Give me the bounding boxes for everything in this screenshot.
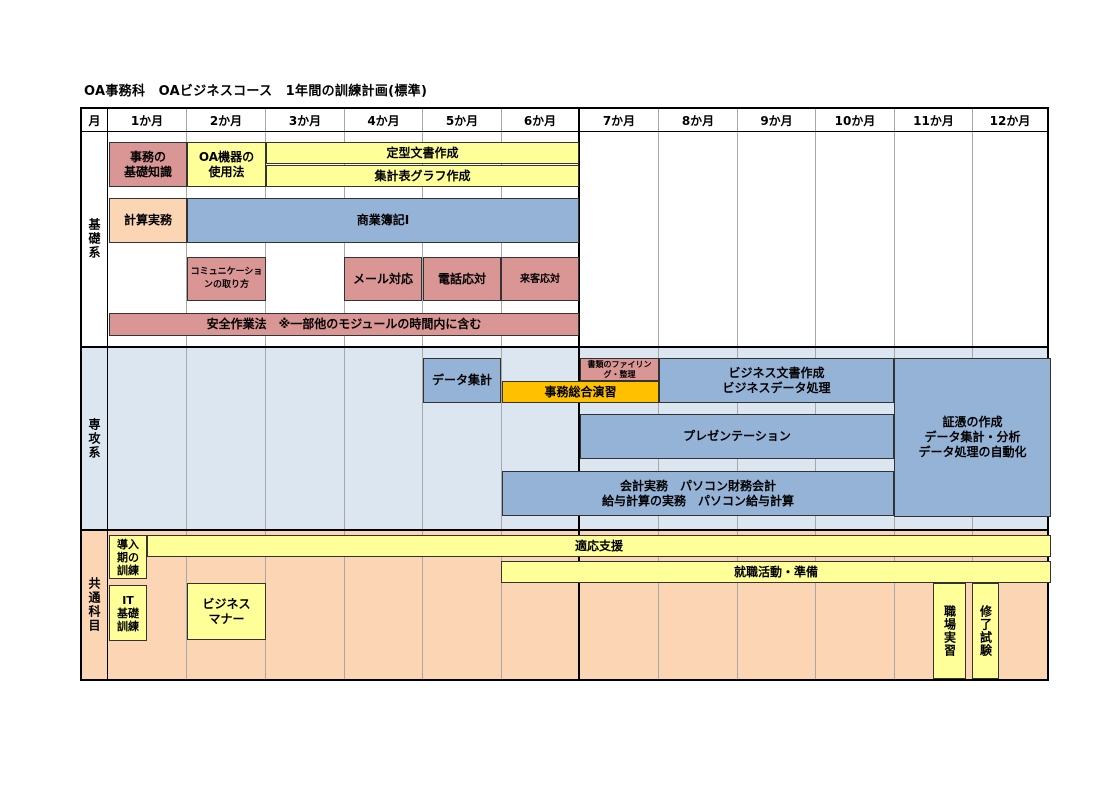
month-header: 11か月 <box>913 113 954 128</box>
header-divider <box>82 131 1047 132</box>
block-anzen: 安全作業法 ※一部他のモジュールの時間内に含む <box>109 313 579 336</box>
training-schedule-table: 月 1か月 2か月 3か月 4か月 5か月 6か月 7か月 8か月 9か月 10… <box>80 107 1051 681</box>
section-label-kyotsu: 共通科目 <box>87 577 101 633</box>
block-shushoku: 就職活動・準備 <box>501 561 1051 583</box>
month-header: 10か月 <box>834 113 876 128</box>
block-shuryo: 修了試験 <box>972 583 999 679</box>
block-shogyo-boki: 商業簿記Ⅰ <box>187 198 579 243</box>
block-business-bunsho: ビジネス文書作成 ビジネスデータ処理 <box>659 358 894 403</box>
block-shorui-filing: 書類のファイリン グ・整理 <box>580 358 659 381</box>
block-shukei-graph: 集計表グラフ作成 <box>266 165 579 187</box>
month-header: 8か月 <box>681 113 715 128</box>
block-business-manner: ビジネス マナー <box>187 583 266 640</box>
block-donyuki: 導入 期の 訓練 <box>109 535 147 579</box>
month-header: 12か月 <box>989 113 1031 128</box>
block-denwa: 電話応対 <box>423 257 501 301</box>
block-communication: コミュニケーショ ンの取り方 <box>187 257 266 301</box>
block-kaikei: 会計実務 パソコン財務会計 給与計算の実務 パソコン給与計算 <box>502 471 894 516</box>
block-shokuba: 職場実習 <box>933 583 966 679</box>
month-header: 6か月 <box>523 113 557 128</box>
month-header: 4か月 <box>367 113 400 128</box>
month-header: 5か月 <box>445 113 479 128</box>
block-teikei-bunsho: 定型文書作成 <box>266 142 579 164</box>
block-shohyo: 証憑の作成 データ集計・分析 データ処理の自動化 <box>894 358 1051 517</box>
block-raikyaku: 来客応対 <box>501 257 579 301</box>
month-header: 9か月 <box>760 113 793 128</box>
block-mail: メール対応 <box>344 257 422 301</box>
month-header: 7か月 <box>602 113 636 128</box>
month-header: 1か月 <box>130 113 164 128</box>
month-header: 2か月 <box>209 113 243 128</box>
block-data-shukei: データ集計 <box>423 358 501 403</box>
section-divider <box>82 346 1047 348</box>
block-jimu-sogo: 事務総合演習 <box>502 381 659 403</box>
section-label-senko: 専攻系 <box>87 417 101 460</box>
block-oa-kiki: OA機器の 使用法 <box>187 142 266 187</box>
block-tekio-shien: 適応支援 <box>147 535 1051 557</box>
block-jimu-kiso: 事務の 基礎知識 <box>109 142 187 187</box>
block-it-kiso: IT 基礎 訓練 <box>109 585 147 641</box>
block-keisan-jitsumu: 計算実務 <box>109 198 187 243</box>
month-column-label: 月 <box>88 113 101 128</box>
section-divider <box>82 529 1047 531</box>
month-header: 3か月 <box>288 113 322 128</box>
grid-line <box>344 109 345 679</box>
block-presentation: プレゼンテーション <box>580 414 894 459</box>
section-label-kiso: 基礎系 <box>87 218 101 260</box>
label-column-divider <box>107 109 108 679</box>
page-title: OA事務科 OAビジネスコース 1年間の訓練計画(標準) <box>84 84 428 99</box>
